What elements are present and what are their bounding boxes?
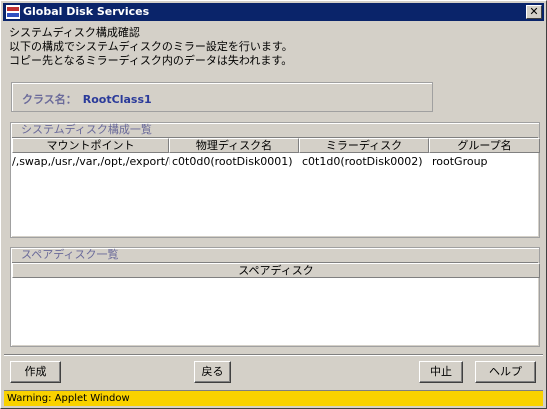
- system-disk-group: システムディスク構成一覧 マウントポイント 物理ディスク名 ミラーディスク グル…: [10, 122, 540, 238]
- back-button[interactable]: 戻る: [194, 361, 231, 383]
- message-heading: システムディスク構成確認: [9, 26, 140, 39]
- cell-physical-disk: c0t0d0(rootDisk0001): [172, 155, 293, 168]
- spare-disk-table[interactable]: スペアディスク: [12, 262, 540, 345]
- table-header: スペアディスク: [12, 263, 540, 278]
- message-line-2: コピー先となるミラーディスク内のデータは失われます。: [9, 54, 293, 67]
- help-button[interactable]: ヘルプ: [475, 361, 536, 383]
- title-bar: Global Disk Services ✕: [3, 3, 544, 21]
- create-button[interactable]: 作成: [10, 361, 61, 383]
- system-disk-group-title: システムディスク構成一覧: [21, 123, 152, 136]
- column-header-physical-disk[interactable]: 物理ディスク名: [169, 138, 299, 153]
- applet-warning-bar: Warning: Applet Window: [4, 390, 543, 406]
- close-button[interactable]: ✕: [526, 5, 542, 19]
- window-title: Global Disk Services: [23, 5, 150, 18]
- column-header-mount-point[interactable]: マウントポイント: [12, 138, 169, 153]
- app-icon: [6, 5, 20, 19]
- column-header-group-name[interactable]: グループ名: [429, 138, 540, 153]
- column-header-spare-disk[interactable]: スペアディスク: [12, 263, 540, 278]
- cancel-button[interactable]: 中止: [419, 361, 463, 383]
- dialog-window: Global Disk Services ✕ システムディスク構成確認 以下の構…: [0, 0, 547, 409]
- system-disk-table[interactable]: マウントポイント 物理ディスク名 ミラーディスク グループ名 /,swap,/u…: [12, 137, 540, 236]
- cell-mount-point: /,swap,/usr,/var,/opt,/export/ho...: [12, 155, 170, 168]
- cell-mirror-disk: c0t1d0(rootDisk0002): [302, 155, 423, 168]
- column-header-mirror-disk[interactable]: ミラーディスク: [299, 138, 429, 153]
- cell-group-name: rootGroup: [432, 155, 488, 168]
- table-header: マウントポイント 物理ディスク名 ミラーディスク グループ名: [12, 138, 540, 153]
- message-line-1: 以下の構成でシステムディスクのミラー設定を行います。: [9, 40, 293, 53]
- class-label: クラス名：: [22, 93, 77, 106]
- spare-disk-group-title: スペアディスク一覧: [21, 248, 119, 261]
- spare-disk-group: スペアディスク一覧 スペアディスク: [10, 247, 540, 347]
- button-bar-separator: [4, 354, 543, 356]
- class-info-box: クラス名： RootClass1: [11, 82, 433, 112]
- class-value: RootClass1: [82, 93, 152, 106]
